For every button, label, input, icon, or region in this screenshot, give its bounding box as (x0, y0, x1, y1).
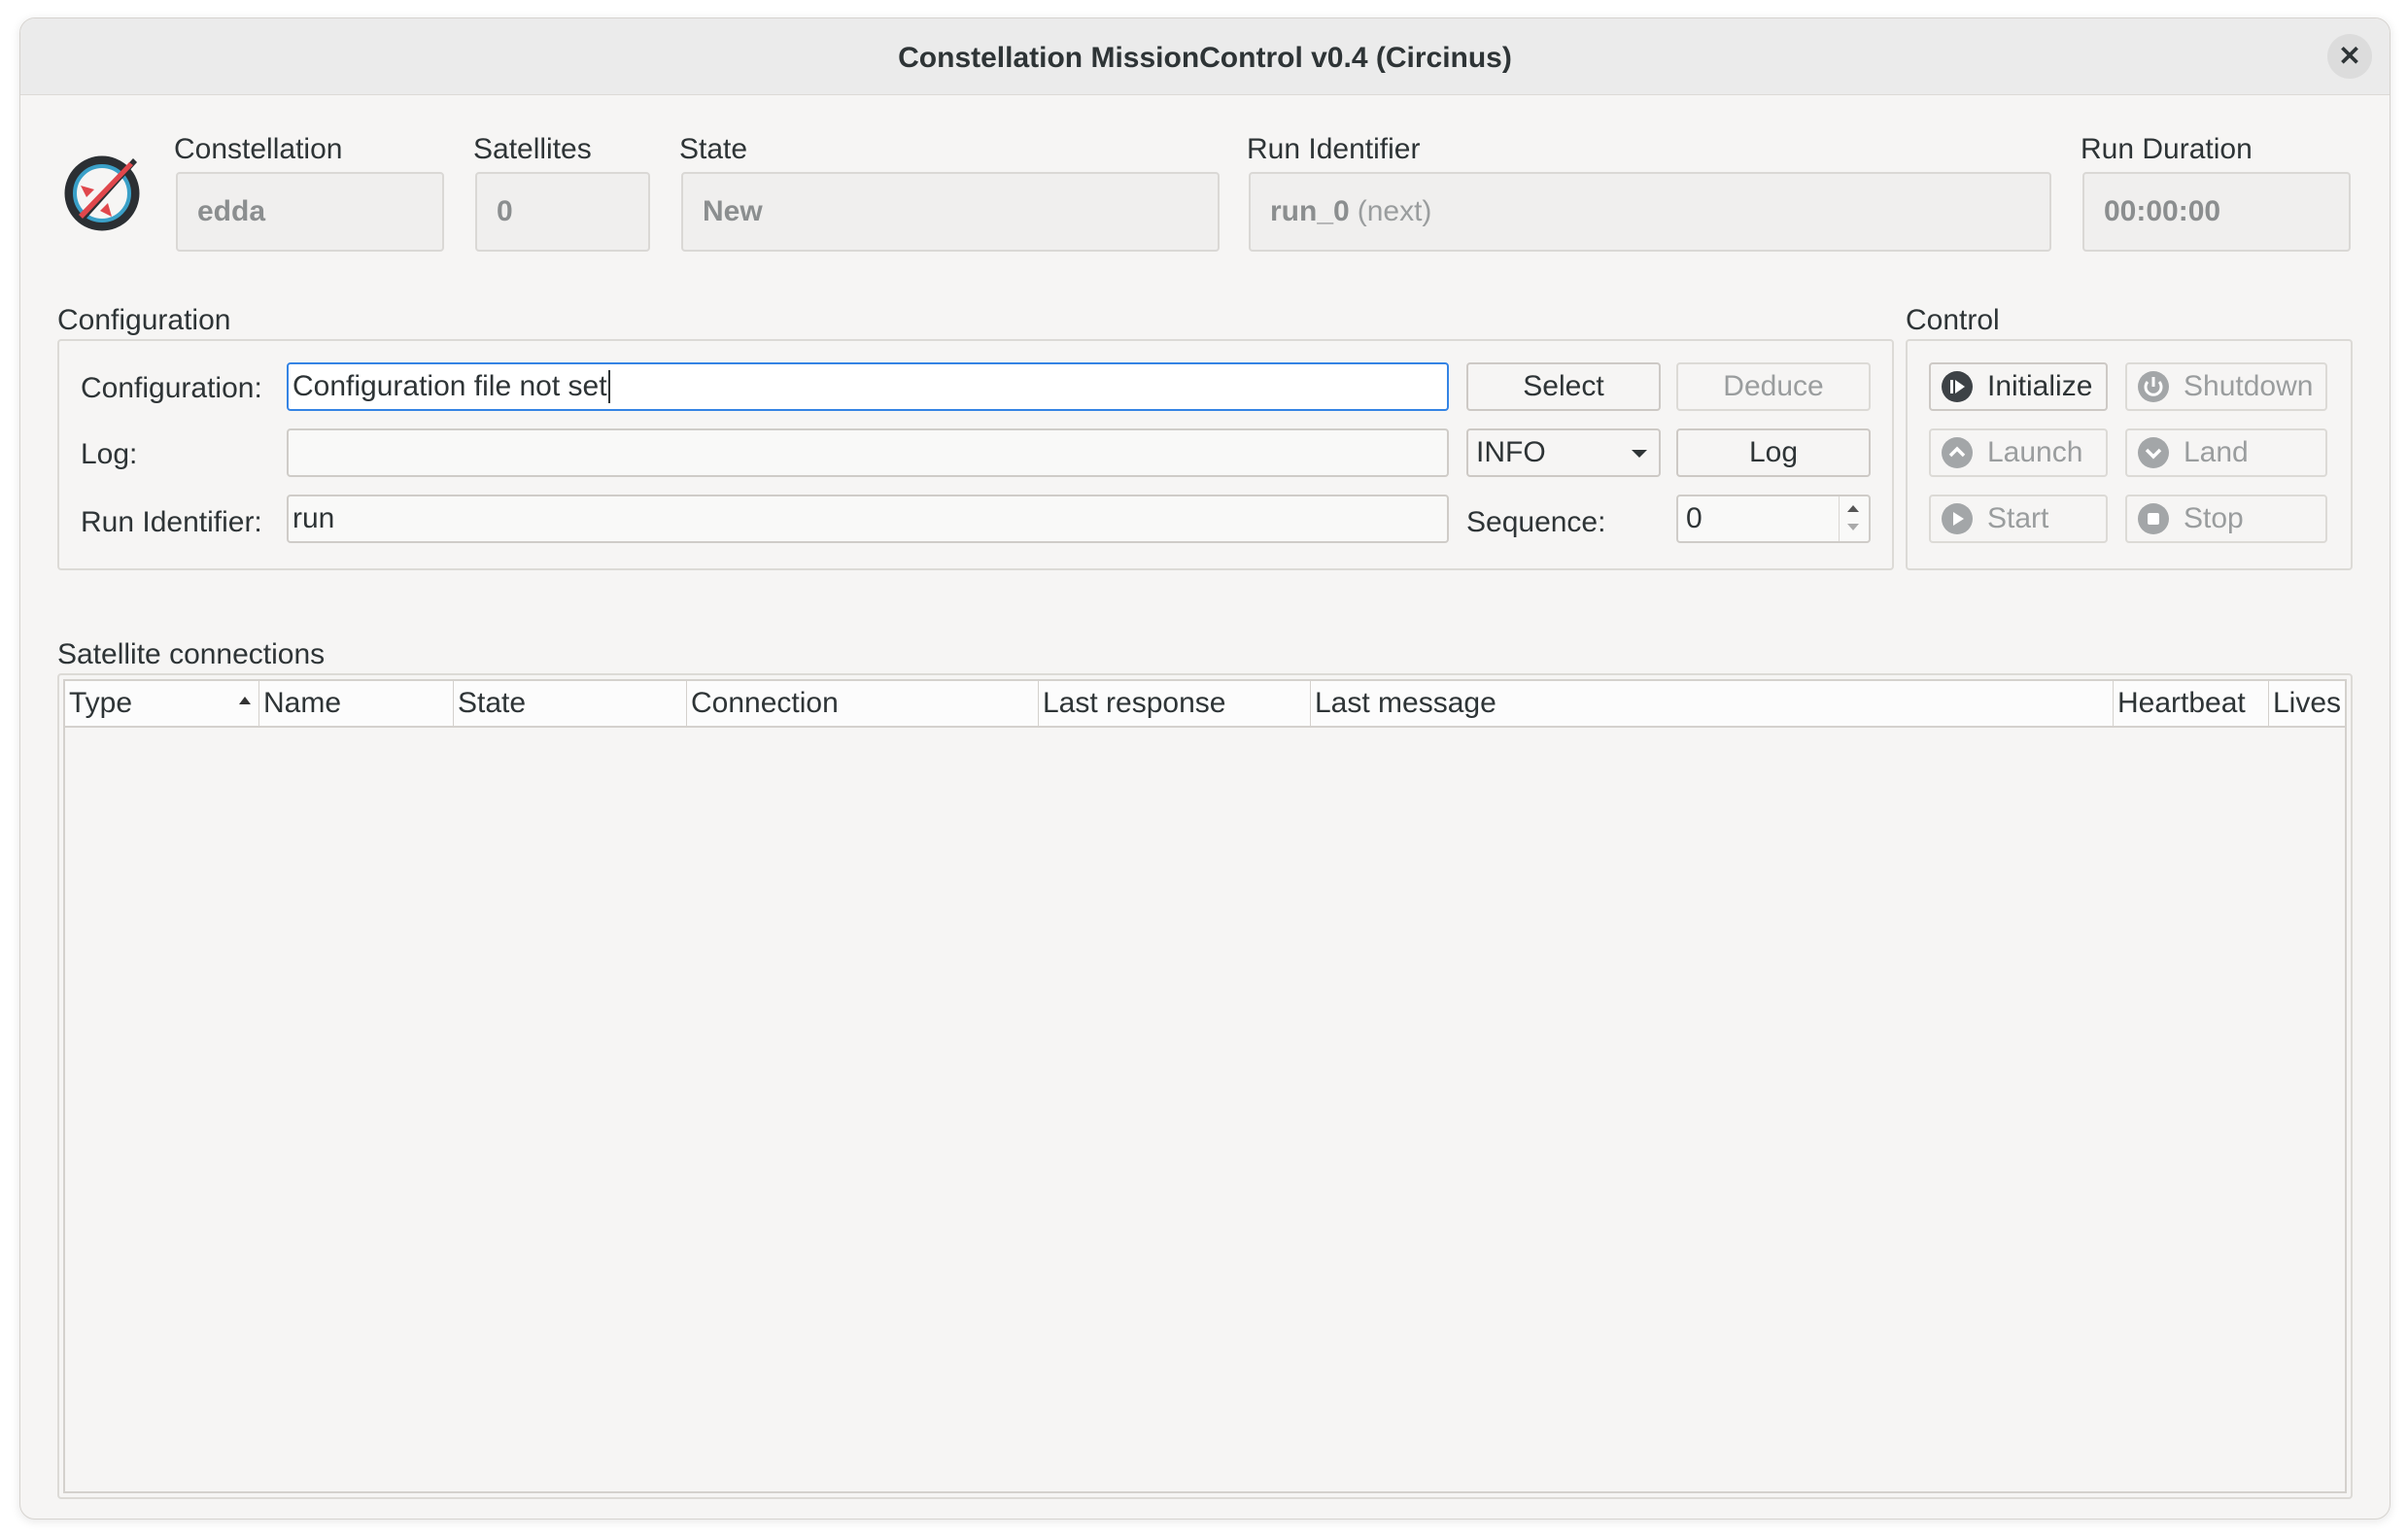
sort-ascending-icon (239, 697, 251, 704)
window-title: Constellation MissionControl v0.4 (Circi… (898, 42, 1512, 74)
run-duration-value: 00:00:00 (2104, 195, 2221, 227)
close-button[interactable]: ✕ (2327, 34, 2372, 79)
run-identifier-value: run_0 (1270, 195, 1350, 227)
satellite-table[interactable]: Type Name State Connection Last response… (63, 679, 2347, 1493)
column-label: Type (69, 687, 133, 719)
run-identifier-suffix: (next) (1357, 195, 1432, 227)
log-message-input[interactable] (287, 428, 1449, 477)
run-id-label: Run Identifier: (81, 506, 262, 538)
sequence-spinbox[interactable]: 0 (1676, 495, 1871, 543)
state-field: New (681, 172, 1220, 252)
spin-down-icon[interactable] (1847, 524, 1859, 530)
initialize-icon (1942, 371, 1973, 402)
initialize-label: Initialize (1987, 370, 2093, 402)
app-logo (59, 147, 147, 234)
column-header-name[interactable]: Name (259, 681, 454, 726)
power-icon (2138, 371, 2169, 402)
column-label: Connection (691, 687, 839, 719)
land-button[interactable]: Land (2125, 428, 2327, 477)
land-label: Land (2184, 436, 2249, 468)
configuration-label: Configuration: (81, 372, 262, 404)
select-button[interactable]: Select (1466, 362, 1661, 411)
state-value: New (703, 195, 763, 227)
sequence-label: Sequence: (1466, 506, 1606, 538)
satellites-value: 0 (497, 195, 513, 227)
configuration-file-input[interactable]: Configuration file not set (287, 362, 1449, 411)
column-label: State (458, 687, 527, 719)
control-group-title: Control (1906, 304, 2000, 336)
main-window: Constellation MissionControl v0.4 (Circi… (19, 17, 2391, 1520)
start-button[interactable]: Start (1929, 495, 2108, 543)
sequence-value: 0 (1686, 502, 1703, 534)
run-identifier-label: Run Identifier (1247, 133, 1421, 165)
column-header-last-response[interactable]: Last response (1039, 681, 1311, 726)
spin-up-icon[interactable] (1847, 505, 1859, 512)
spin-buttons[interactable] (1839, 496, 1869, 541)
table-header: Type Name State Connection Last response… (65, 681, 2345, 728)
deduce-button[interactable]: Deduce (1676, 362, 1871, 411)
log-label: Log: (81, 438, 138, 470)
run-identifier-field: run_0 (next) (1249, 172, 2051, 252)
satellites-field: 0 (475, 172, 650, 252)
stop-icon (2138, 503, 2169, 534)
column-label: Lives (2273, 687, 2342, 719)
configuration-group-title: Configuration (57, 304, 231, 336)
text-caret (607, 370, 610, 403)
column-header-state[interactable]: State (454, 681, 687, 726)
close-icon: ✕ (2338, 41, 2361, 71)
column-header-lives[interactable]: Lives (2269, 681, 2345, 726)
launch-icon (1942, 437, 1973, 468)
state-label: State (679, 133, 748, 165)
column-label: Last response (1043, 687, 1226, 719)
initialize-button[interactable]: Initialize (1929, 362, 2108, 411)
run-id-value: run (292, 502, 335, 534)
run-duration-field: 00:00:00 (2082, 172, 2351, 252)
constellation-value: edda (197, 195, 266, 227)
satellite-connections-title: Satellite connections (57, 638, 326, 670)
title-bar: Constellation MissionControl v0.4 (Circi… (20, 18, 2390, 95)
start-label: Start (1987, 502, 2049, 534)
column-header-last-message[interactable]: Last message (1311, 681, 2114, 726)
play-icon (1942, 503, 1973, 534)
column-label: Name (263, 687, 342, 719)
column-header-connection[interactable]: Connection (687, 681, 1039, 726)
shutdown-label: Shutdown (2184, 370, 2314, 402)
shutdown-button[interactable]: Shutdown (2125, 362, 2327, 411)
log-button[interactable]: Log (1676, 428, 1871, 477)
stop-button[interactable]: Stop (2125, 495, 2327, 543)
constellation-field: edda (176, 172, 444, 252)
stop-label: Stop (2184, 502, 2244, 534)
log-level-value: INFO (1476, 436, 1546, 468)
launch-button[interactable]: Launch (1929, 428, 2108, 477)
satellites-label: Satellites (473, 133, 592, 165)
column-label: Last message (1315, 687, 1496, 719)
run-id-input[interactable]: run (287, 495, 1449, 543)
constellation-logo-icon (64, 155, 140, 231)
column-label: Heartbeat (2117, 687, 2246, 719)
launch-label: Launch (1987, 436, 2083, 468)
column-header-heartbeat[interactable]: Heartbeat (2114, 681, 2269, 726)
log-level-select[interactable]: INFO (1466, 428, 1661, 477)
chevron-down-icon (1632, 450, 1647, 458)
constellation-label: Constellation (174, 133, 343, 165)
land-icon (2138, 437, 2169, 468)
run-duration-label: Run Duration (2081, 133, 2253, 165)
configuration-file-value: Configuration file not set (292, 370, 607, 402)
column-header-type[interactable]: Type (65, 681, 259, 726)
